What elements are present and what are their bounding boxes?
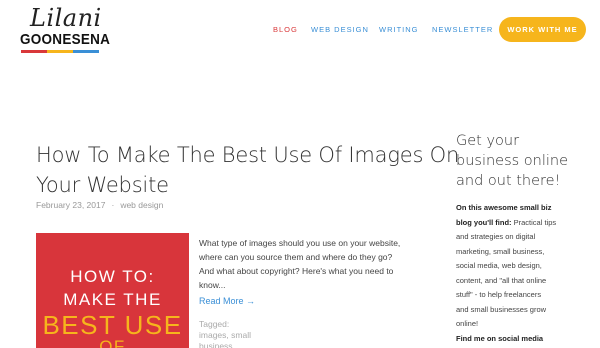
sidebar-heading-line: and out there! [456,173,561,189]
post-meta: February 23, 2017 · web design [36,200,163,210]
nav-item-blog[interactable]: BLOG [273,25,298,34]
sidebar-body-line: social media, web design, [456,261,542,270]
tag-link-small-business-cont[interactable]: business [199,341,233,348]
logo-bar-blue [73,50,99,53]
sidebar-heading: Get your business online and out there! [456,131,568,191]
sidebar-intro-bold-2: blog you'll find: [456,217,512,227]
read-more-link[interactable]: Read More → [199,296,255,306]
sidebar-heading-line: business online [456,153,569,169]
logo-script-name: Lilani [30,4,102,32]
tags-label: Tagged: [199,319,230,329]
meta-separator: · [111,200,115,210]
logo-color-bar [21,50,99,53]
sidebar-body-line: stuff" - to help freelancers [456,290,542,299]
logo-bar-yellow [47,50,73,53]
excerpt-line: What type of images should you use on yo… [199,238,401,248]
post-title-line[interactable]: How To Make The Best Use Of Images On [36,140,459,170]
tag-word[interactable]: small [231,330,251,340]
sidebar-body-line: and strategies on digital [456,232,536,241]
hero-text-line: OF [99,337,126,348]
sidebar-body-line: online! [456,319,479,328]
excerpt-line: know... [199,280,226,290]
logo-bar-red [21,50,47,53]
nav-item-writing[interactable]: WRITING [379,25,419,34]
logo-surname: GOONESENA [20,31,111,48]
sidebar-intro: On this awesome small biz blog you'll fi… [456,201,596,332]
post-category[interactable]: web design [120,200,163,210]
sidebar-body-line: content, and "all that online [456,275,547,285]
post-title[interactable]: How To Make The Best Use Of Images On Yo… [36,140,459,200]
excerpt-line: where can you source them and where do t… [199,252,393,262]
nav-item-newsletter[interactable]: NEWSLETTER [432,25,493,34]
post-excerpt: What type of images should you use on yo… [199,236,427,292]
sidebar-body-first: Practical tips [513,217,557,227]
post-date: February 23, 2017 [36,200,106,210]
nav-item-web-design[interactable]: WEB DESIGN [311,25,369,34]
sidebar-body-line: and small businesses grow [456,304,547,314]
post-featured-image[interactable]: HOW TO: MAKE THE BEST USE OF [36,233,189,348]
tag-link-small-business[interactable]: small [231,330,251,340]
site-logo[interactable]: Lilani GOONESENA [20,4,111,53]
hero-text-line: HOW TO: [70,267,155,286]
tag-link-images[interactable]: images [199,330,226,340]
sidebar-body-line: marketing, small business, [456,246,545,256]
sidebar-intro-bold: On this awesome small biz [456,203,552,212]
sidebar-heading-line: Get your [456,133,520,149]
post-title-line[interactable]: Your Website [36,170,436,200]
social-media-heading: Find me on social media [456,334,544,343]
work-with-me-button[interactable]: WORK WITH ME [499,17,586,42]
hero-text-line: MAKE THE [63,290,162,309]
post-tags: Tagged: images, small business [199,319,251,348]
excerpt-line: And what about copyright? Here's what yo… [199,266,394,276]
